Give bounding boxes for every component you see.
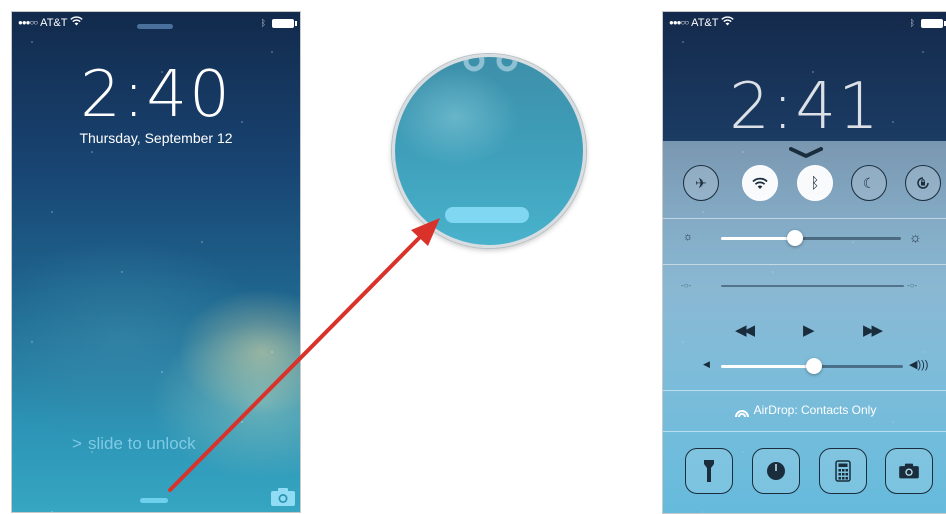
status-bar: ●●●○○ AT&T ᛒ	[669, 16, 946, 30]
rotation-lock-toggle[interactable]	[905, 165, 941, 201]
brightness-knob[interactable]	[787, 230, 803, 246]
rotation-lock-icon	[917, 177, 929, 189]
moon-icon: ☾	[862, 174, 876, 191]
bluetooth-icon: ᛒ	[909, 18, 915, 28]
timer-icon	[767, 462, 785, 480]
volume-track	[814, 365, 903, 368]
track-progress-bar	[721, 285, 904, 287]
brightness-high-icon: ☼	[909, 229, 922, 245]
camera-icon	[899, 463, 919, 479]
do-not-disturb-toggle[interactable]: ☾	[851, 165, 887, 201]
volume-slider[interactable]	[721, 358, 903, 374]
wifi-toggle[interactable]	[742, 165, 778, 201]
airplane-icon: ✈	[695, 174, 707, 191]
volume-low-icon: ◀	[703, 359, 710, 369]
rewind-button[interactable]: ◀◀	[735, 321, 755, 339]
divider	[663, 264, 946, 265]
media-controls: ◀◀ ▶ ▶▶	[663, 321, 946, 341]
fast-forward-button[interactable]: ▶▶	[863, 321, 883, 339]
control-center-screen: ●●●○○ AT&T ᛒ 2:41 ✈ ᛒ ☾ ☼ ☼ -○- -○- ◀◀ ▶…	[662, 11, 946, 514]
brightness-track	[795, 237, 901, 240]
volume-high-icon: ◀)))	[909, 359, 929, 371]
signal-strength: ●●●○○	[669, 18, 689, 27]
control-center-panel: ✈ ᛒ ☾ ☼ ☼ -○- -○- ◀◀ ▶ ▶▶ ◀ ◀))) AirDrop…	[663, 141, 946, 513]
wifi-icon	[752, 177, 768, 189]
flashlight-button[interactable]	[685, 448, 733, 494]
divider	[663, 218, 946, 219]
progress-start-icon: -○-	[681, 281, 692, 290]
wifi-icon	[721, 16, 735, 29]
brightness-slider[interactable]	[721, 230, 901, 246]
shortcut-row	[663, 448, 946, 494]
airdrop-button[interactable]: AirDrop: Contacts Only	[663, 403, 946, 418]
airplane-mode-toggle[interactable]: ✈	[683, 165, 719, 201]
play-button[interactable]: ▶	[803, 321, 815, 339]
flashlight-icon	[704, 460, 714, 482]
brightness-low-icon: ☼	[683, 231, 694, 243]
airdrop-label: AirDrop: Contacts Only	[753, 403, 877, 417]
calculator-icon	[835, 460, 851, 482]
calculator-button[interactable]	[819, 448, 867, 494]
bluetooth-icon: ᛒ	[810, 174, 820, 192]
lock-time: 2:41	[729, 70, 881, 144]
timer-button[interactable]	[752, 448, 800, 494]
bluetooth-toggle[interactable]: ᛒ	[797, 165, 833, 201]
toggle-row: ✈ ᛒ ☾	[669, 165, 946, 205]
divider	[663, 390, 946, 391]
camera-button[interactable]	[885, 448, 933, 494]
brightness-fill	[721, 237, 795, 240]
volume-fill	[721, 365, 814, 368]
chevron-down-icon[interactable]	[789, 147, 823, 159]
airdrop-icon	[734, 409, 749, 418]
carrier-label: AT&T	[691, 16, 719, 29]
volume-knob[interactable]	[806, 358, 822, 374]
divider	[663, 431, 946, 432]
battery-icon	[921, 18, 946, 28]
progress-end-icon: -○-	[907, 281, 918, 290]
